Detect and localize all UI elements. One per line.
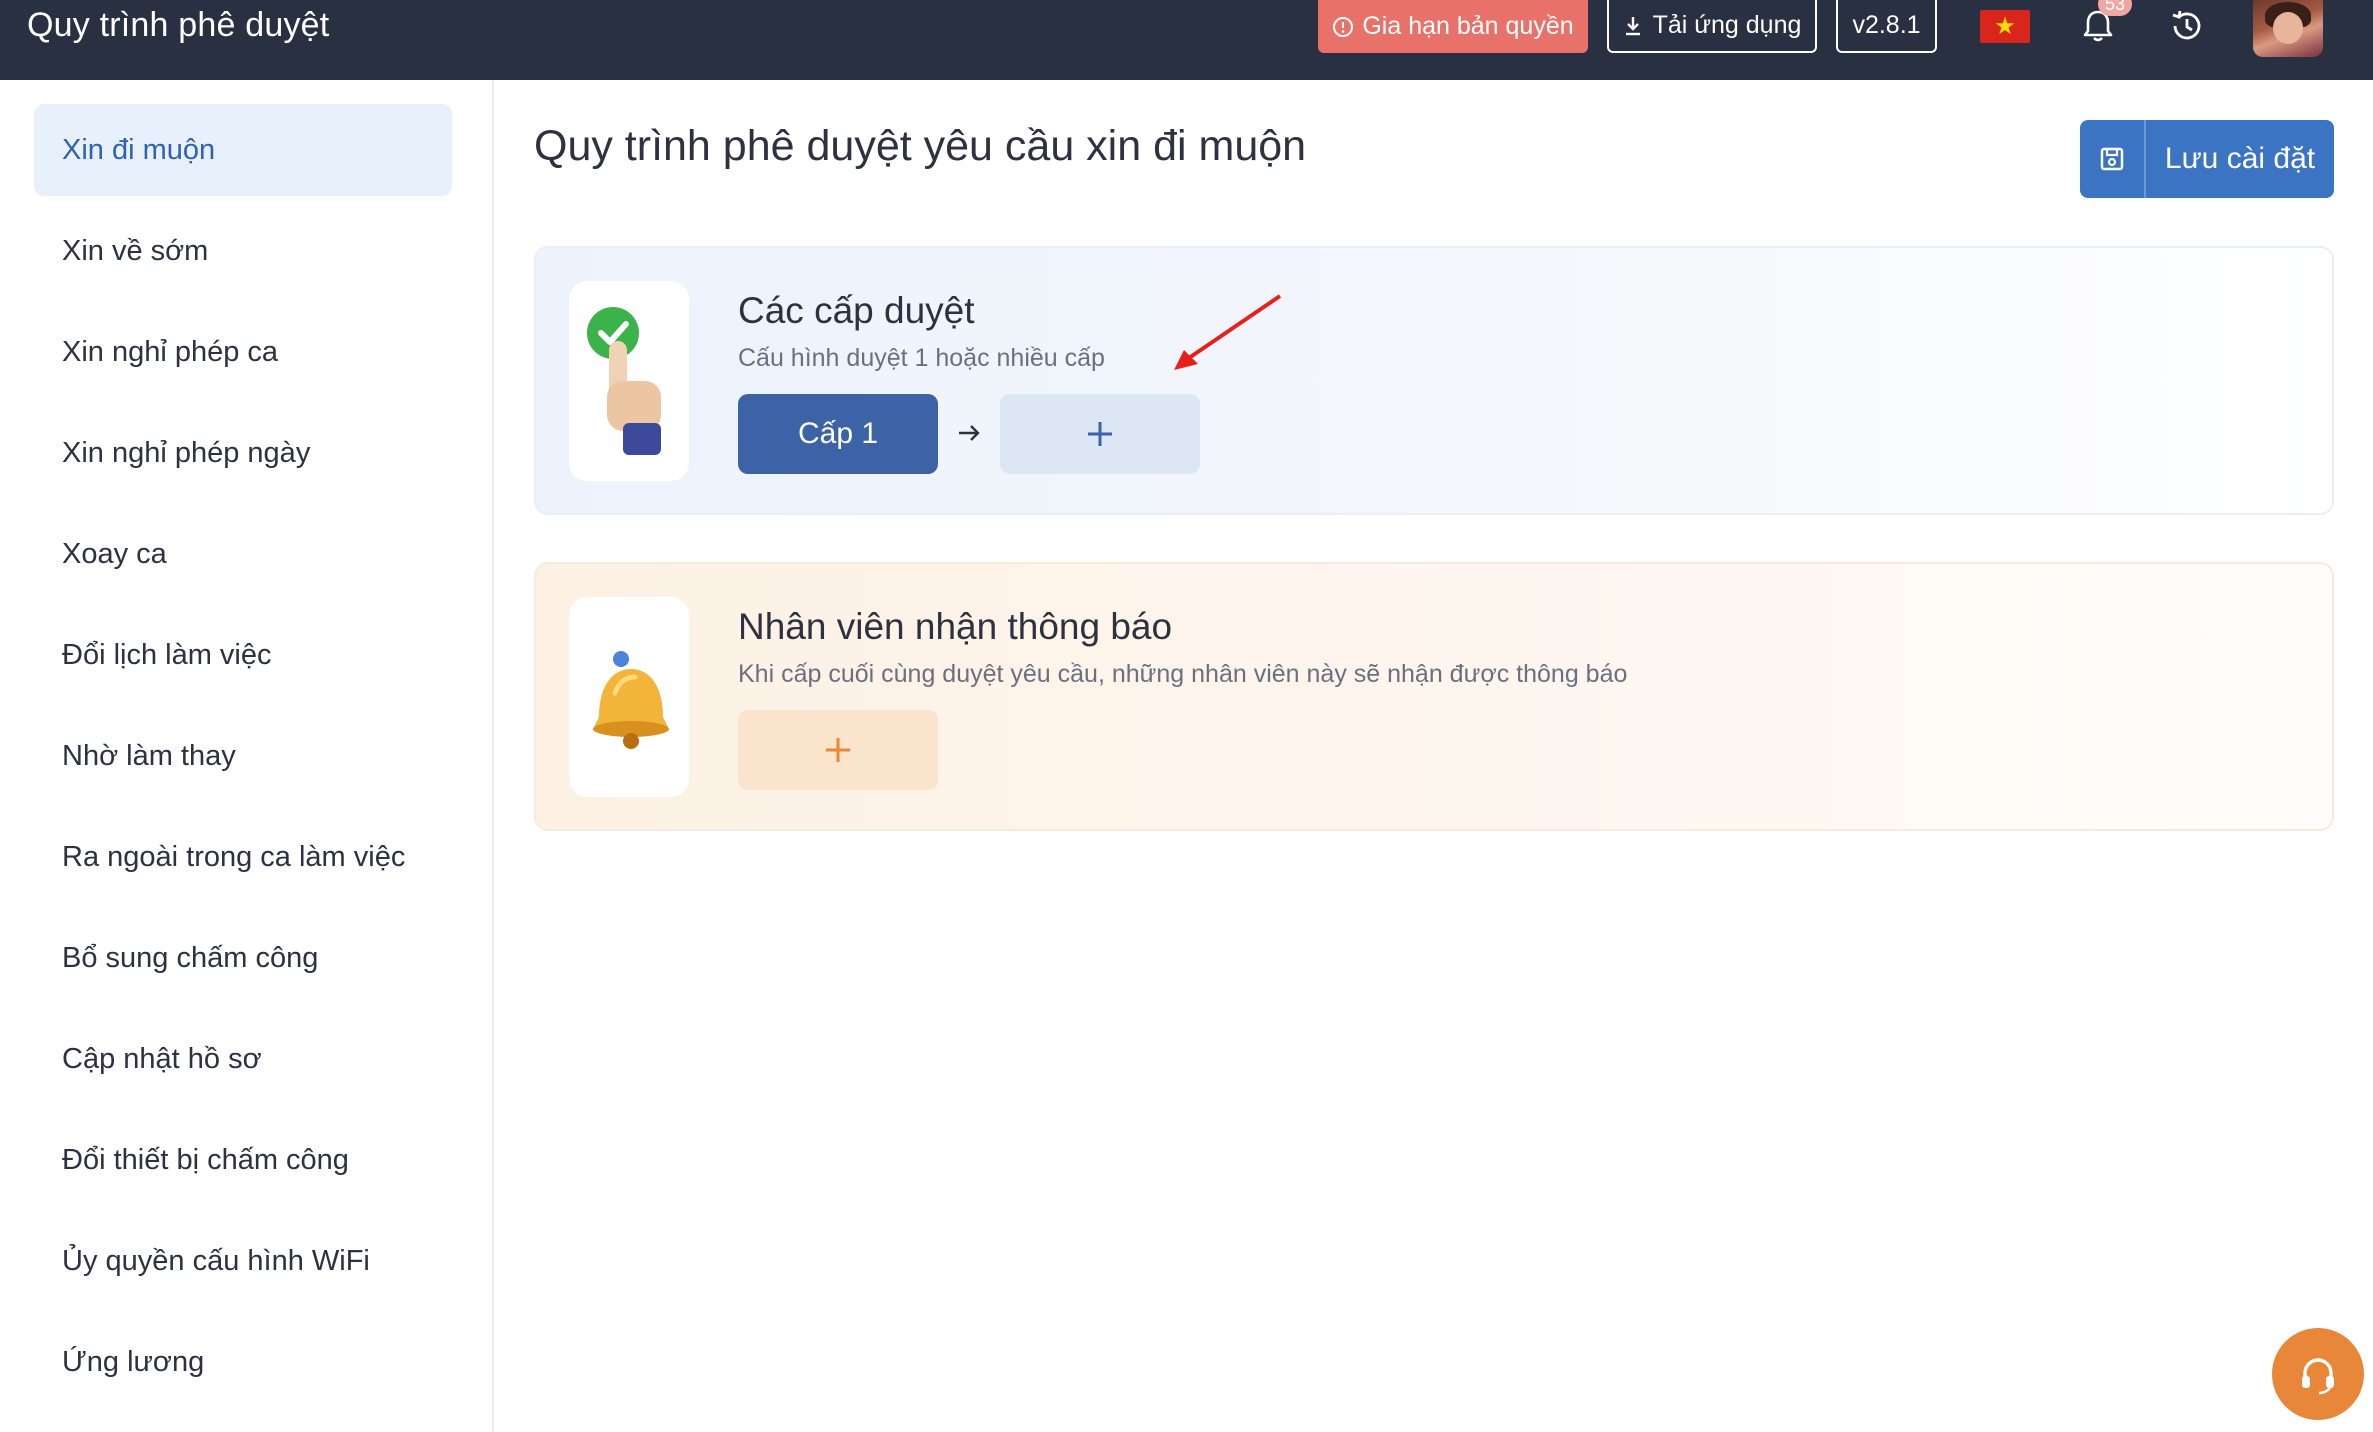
sidebar-item-label: Nhờ làm thay	[62, 739, 236, 772]
version-label: v2.8.1	[1852, 11, 1921, 39]
sidebar-item-label: Ứng lương	[62, 1345, 205, 1378]
sidebar-item-change-device[interactable]: Đổi thiết bị chấm công	[34, 1114, 452, 1206]
sidebar-item-salary-advance[interactable]: Ứng lương	[34, 1316, 452, 1408]
sidebar-item-go-out[interactable]: Ra ngoài trong ca làm việc	[34, 811, 452, 903]
top-bar: Quy trình phê duyệt Gia hạn bản quyền Tả…	[0, 0, 2373, 80]
vietnam-flag-icon[interactable]: ★	[1980, 10, 2030, 43]
alert-circle-icon	[1333, 16, 1354, 37]
approval-level-1-button[interactable]: Cấp 1	[738, 394, 938, 474]
notification-illustration	[569, 597, 689, 797]
app-title: Quy trình phê duyệt	[27, 6, 330, 44]
sidebar-item-label: Xin về sớm	[62, 234, 209, 267]
save-icon	[2100, 147, 2124, 171]
save-icon-wrapper	[2080, 120, 2146, 198]
approval-card-subtitle: Cấu hình duyệt 1 hoặc nhiều cấp	[738, 344, 1105, 372]
bell-illustration-icon	[593, 651, 669, 749]
save-settings-label: Lưu cài đặt	[2164, 142, 2316, 175]
sidebar-item-label: Đổi lịch làm việc	[62, 638, 272, 671]
notification-recipients-card: Nhân viên nhận thông báo Khi cấp cuối cù…	[534, 562, 2334, 831]
sidebar-item-label: Xin nghỉ phép ca	[62, 335, 279, 368]
sidebar: Xin đi muộn Xin về sớm Xin nghỉ phép ca …	[0, 80, 494, 1432]
notification-badge: 53	[2098, 0, 2132, 16]
save-settings-button[interactable]: Lưu cài đặt	[2080, 120, 2334, 198]
hand-check-icon	[587, 307, 661, 455]
renew-license-button[interactable]: Gia hạn bản quyền	[1318, 0, 1588, 53]
sidebar-item-substitute[interactable]: Nhờ làm thay	[34, 710, 452, 802]
sidebar-item-day-leave[interactable]: Xin nghỉ phép ngày	[34, 407, 452, 499]
sidebar-item-update-profile[interactable]: Cập nhật hồ sơ	[34, 1013, 452, 1105]
flag-star: ★	[1994, 13, 2016, 40]
plus-icon	[1088, 422, 1112, 446]
support-chat-button[interactable]	[2272, 1328, 2364, 1420]
sidebar-item-label: Xin nghỉ phép ngày	[62, 436, 311, 469]
sidebar-item-rotate-shift[interactable]: Xoay ca	[34, 508, 452, 600]
sidebar-item-label: Bổ sung chấm công	[62, 941, 319, 974]
arrow-right-icon	[959, 425, 980, 441]
page-title: Quy trình phê duyệt yêu cầu xin đi muộn	[534, 122, 1307, 170]
approval-card-title: Các cấp duyệt	[738, 290, 975, 331]
download-app-button[interactable]: Tải ứng dụng	[1607, 0, 1817, 53]
user-avatar[interactable]	[2253, 0, 2323, 57]
download-icon	[1625, 16, 1640, 35]
sidebar-item-label: Đổi thiết bị chấm công	[62, 1143, 349, 1176]
download-app-label: Tải ứng dụng	[1652, 11, 1802, 39]
approval-levels-card: Các cấp duyệt Cấu hình duyệt 1 hoặc nhiề…	[534, 246, 2334, 515]
version-button[interactable]: v2.8.1	[1836, 0, 1937, 53]
sidebar-item-wifi-authorization[interactable]: Ủy quyền cấu hình WiFi	[34, 1215, 452, 1307]
notify-card-title: Nhân viên nhận thông báo	[738, 606, 1173, 647]
sidebar-item-label: Ra ngoài trong ca làm việc	[62, 840, 406, 873]
history-icon[interactable]	[2167, 6, 2207, 46]
approval-illustration	[569, 281, 689, 481]
renew-license-label: Gia hạn bản quyền	[1362, 12, 1574, 40]
annotation-arrow-icon	[1174, 294, 1282, 370]
avatar-face	[2273, 12, 2303, 44]
sidebar-item-shift-leave[interactable]: Xin nghỉ phép ca	[34, 306, 452, 398]
sidebar-item-label: Xoay ca	[62, 537, 167, 570]
add-notification-recipient-button[interactable]	[738, 710, 938, 790]
headset-icon	[2302, 1358, 2334, 1395]
approval-level-label: Cấp 1	[797, 417, 879, 450]
sidebar-item-change-schedule[interactable]: Đổi lịch làm việc	[34, 609, 452, 701]
sidebar-item-label: Cập nhật hồ sơ	[62, 1042, 262, 1075]
sidebar-item-label: Xin đi muộn	[62, 133, 216, 166]
plus-icon	[826, 738, 850, 762]
sidebar-item-early-leave[interactable]: Xin về sớm	[34, 205, 452, 297]
sidebar-item-attendance-supplement[interactable]: Bổ sung chấm công	[34, 912, 452, 1004]
sidebar-item-late-request[interactable]: Xin đi muộn	[34, 104, 452, 196]
add-approval-level-button[interactable]	[1000, 394, 1200, 474]
sidebar-item-label: Ủy quyền cấu hình WiFi	[62, 1244, 370, 1277]
notify-card-subtitle: Khi cấp cuối cùng duyệt yêu cầu, những n…	[738, 660, 1628, 688]
